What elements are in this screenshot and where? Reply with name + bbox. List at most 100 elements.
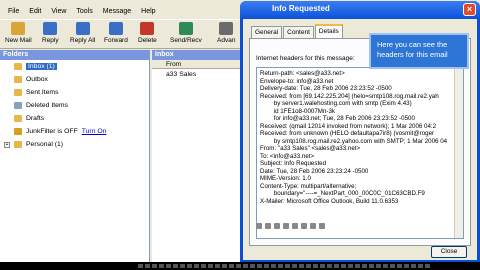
- folder-inbox[interactable]: Inbox (1): [0, 60, 149, 73]
- header-line: MIME-Version: 1.0: [260, 175, 311, 182]
- delete-label: Delete: [138, 37, 157, 44]
- dialog-title-bar[interactable]: Info Requested ×: [240, 1, 480, 19]
- message-row[interactable]: a33 Sales: [152, 69, 242, 80]
- tutorial-callout: Here you can see the headers for this em…: [369, 33, 469, 69]
- expand-toggle[interactable]: +: [4, 142, 10, 148]
- tab-details[interactable]: Details: [314, 24, 343, 38]
- details-panel: Internet headers for this message: Retur…: [249, 38, 471, 246]
- message-list-title: Inbox: [152, 50, 242, 60]
- folder-drafts[interactable]: Drafts: [0, 112, 149, 125]
- reply-all-label: Reply All: [70, 37, 96, 44]
- send-receive-button[interactable]: Send/Recv: [170, 22, 202, 44]
- nav-icon[interactable]: [310, 223, 316, 229]
- nav-icon[interactable]: [274, 223, 280, 229]
- header-line: Delivery-date: Tue, 28 Feb 2006 23:23:52…: [260, 85, 392, 92]
- header-line: id 1FE1o8-0007Mn-3k: [260, 107, 335, 115]
- folder-label: Outbox: [26, 76, 48, 83]
- drafts-icon: [14, 115, 22, 122]
- video-seek-bar: [0, 262, 480, 270]
- folder-label: Drafts: [26, 115, 45, 122]
- new-mail-icon: [11, 22, 26, 35]
- folder-deleted-items[interactable]: Deleted Items: [0, 99, 149, 112]
- folder-outbox[interactable]: Outbox: [0, 73, 149, 86]
- reply-icon: [43, 22, 58, 35]
- header-line: Return-path: <sales@a33.net>: [260, 70, 345, 77]
- menu-edit[interactable]: Edit: [29, 6, 41, 18]
- forward-label: Forward: [104, 37, 128, 44]
- forward-button[interactable]: Forward: [104, 22, 128, 44]
- header-line: by server1.walehosting.com with smtp (Ex…: [260, 100, 412, 107]
- playback-controls: [256, 221, 464, 231]
- nav-icon[interactable]: [292, 223, 298, 229]
- new-mail-button[interactable]: New Mail: [5, 22, 32, 44]
- outbox-icon: [14, 76, 22, 83]
- menu-view[interactable]: View: [51, 6, 66, 18]
- reply-all-icon: [75, 22, 90, 35]
- folder-label: Deleted Items: [26, 102, 68, 109]
- personal-folder-icon: [14, 141, 22, 148]
- reply-label: Reply: [42, 37, 59, 44]
- header-line: Date: Tue, 28 Feb 2006 23:23:24 -0500: [260, 167, 369, 175]
- header-line: Content-Type: multipart/alternative;: [260, 182, 357, 190]
- column-header-from[interactable]: From: [152, 60, 242, 69]
- nav-icon[interactable]: [265, 223, 271, 229]
- message-list-pane: Inbox From a33 Sales: [152, 50, 242, 262]
- deleted-items-icon: [14, 102, 22, 109]
- headers-text: Return-path: <sales@a33.net> Envelope-to:…: [257, 68, 463, 205]
- warning-icon: [14, 128, 22, 135]
- menu-help[interactable]: Help: [141, 6, 155, 18]
- folder-sent-items[interactable]: Sent Items: [0, 86, 149, 99]
- sent-items-icon: [14, 89, 22, 96]
- reply-button[interactable]: Reply: [42, 22, 59, 44]
- header-line: Received: from unknown (HELO defaultapa7…: [260, 130, 435, 137]
- vertical-scrollbar[interactable]: [454, 68, 463, 238]
- forward-icon: [108, 22, 123, 35]
- header-line: Received: (qmail 12014 invoked from netw…: [260, 122, 437, 130]
- header-line: boundary="----=_NextPart_000_00C0C_01C63…: [260, 190, 425, 197]
- close-icon[interactable]: ×: [463, 3, 476, 16]
- folder-label: Sent Items: [26, 89, 59, 96]
- junk-filter-label: JunkFilter is OFF: [26, 128, 78, 135]
- tab-general[interactable]: General: [251, 26, 283, 38]
- nav-icon[interactable]: [301, 223, 307, 229]
- folder-personal[interactable]: + Personal (1): [0, 138, 149, 151]
- address-book-icon: [219, 22, 234, 35]
- address-book-label: Advan: [217, 37, 236, 44]
- header-line: Subject: Info Requested: [260, 160, 327, 167]
- turn-on-link[interactable]: Turn On: [82, 128, 107, 135]
- tab-content[interactable]: Content: [283, 26, 314, 38]
- address-book-button[interactable]: Advan: [217, 22, 235, 44]
- header-line: Envelope-to: info@a33.net: [260, 77, 334, 85]
- header-line: X-Mailer: Microsoft Office Outlook, Buil…: [260, 197, 399, 205]
- send-receive-icon: [178, 22, 193, 35]
- header-line: From: "a33 Sales" <sales@a33.net>: [260, 145, 361, 152]
- headers-text-area[interactable]: Return-path: <sales@a33.net> Envelope-to:…: [256, 67, 464, 239]
- folder-pane-title: Folders: [0, 50, 149, 60]
- header-line: for info@a33.net; Tue, 28 Feb 2006 23:23…: [260, 115, 415, 122]
- tab-strip: General Content Details: [251, 24, 344, 38]
- menu-bar: File Edit View Tools Message Help: [0, 6, 240, 18]
- junk-filter-status: JunkFilter is OFF Turn On: [0, 125, 149, 138]
- header-line: To: <info@a33.net>: [260, 152, 315, 160]
- menu-tools[interactable]: Tools: [76, 6, 92, 18]
- folder-pane: Folders Inbox (1) Outbox Sent Items Dele…: [0, 50, 150, 262]
- reply-all-button[interactable]: Reply All: [70, 22, 95, 44]
- menu-file[interactable]: File: [8, 6, 19, 18]
- nav-icon[interactable]: [319, 223, 325, 229]
- inbox-icon: [14, 63, 22, 70]
- headers-caption: Internet headers for this message:: [256, 55, 355, 62]
- toolbar: New Mail Reply Reply All Forward Delete …: [0, 19, 240, 49]
- header-line: by smtp108.rog.mail.re2.yahoo.com with S…: [260, 137, 448, 145]
- seek-track[interactable]: [138, 264, 438, 268]
- nav-icon[interactable]: [283, 223, 289, 229]
- close-button[interactable]: Close: [431, 246, 467, 258]
- dialog-title: Info Requested: [272, 4, 330, 13]
- header-line: Received: from [69.142.225.204] (helo=sm…: [260, 92, 439, 100]
- send-receive-label: Send/Recv: [170, 37, 202, 44]
- new-mail-label: New Mail: [5, 37, 32, 44]
- delete-icon: [140, 22, 155, 35]
- nav-icon[interactable]: [256, 223, 262, 229]
- folder-label: Inbox (1): [26, 63, 57, 70]
- delete-button[interactable]: Delete: [138, 22, 157, 44]
- menu-message[interactable]: Message: [103, 6, 131, 18]
